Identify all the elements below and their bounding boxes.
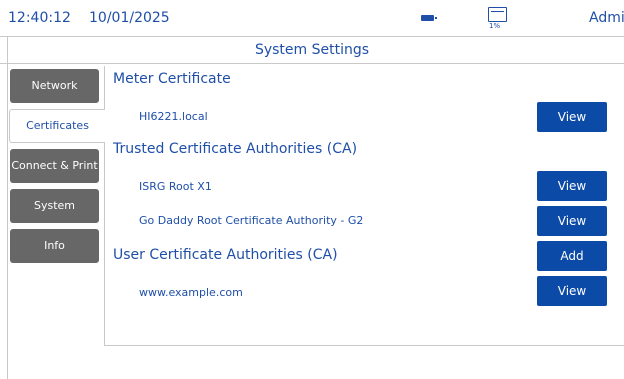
clock-time: 12:40:12	[8, 10, 71, 26]
user-ca-label: www.example.com	[139, 286, 243, 299]
view-meter-certificate-button[interactable]: View	[537, 102, 607, 132]
view-user-ca-button[interactable]: View	[537, 276, 607, 306]
storage-percent: 1%	[489, 22, 501, 30]
storage-folder-icon	[488, 7, 507, 22]
meter-certificate-label: HI6221.local	[139, 110, 208, 123]
trusted-ca-label-godaddy: Go Daddy Root Certificate Authority - G2	[139, 214, 364, 227]
page-title: System Settings	[254, 42, 370, 58]
trusted-ca-heading: Trusted Certificate Authorities (CA)	[113, 141, 358, 157]
status-bar: 12:40:12 10/01/2025 1% Admin	[0, 0, 624, 37]
tab-certificates[interactable]: Certificates	[9, 109, 105, 143]
left-border	[7, 36, 8, 379]
settings-screen: 12:40:12 10/01/2025 1% Admin System Sett…	[0, 0, 624, 379]
trusted-ca-label-isrg: ISRG Root X1	[139, 180, 212, 193]
view-isrg-root-button[interactable]: View	[537, 171, 607, 201]
clock-date: 10/01/2025	[89, 10, 170, 26]
user-name[interactable]: Admin	[589, 10, 624, 26]
meter-certificate-heading: Meter Certificate	[113, 71, 231, 87]
page-title-bar: System Settings	[0, 37, 624, 64]
certificates-panel: Meter Certificate HI6221.local View Trus…	[104, 66, 624, 346]
storage-indicator: 1%	[488, 6, 507, 30]
add-user-ca-button[interactable]: Add	[537, 241, 607, 271]
tab-info[interactable]: Info	[10, 229, 99, 263]
tab-network[interactable]: Network	[10, 69, 99, 103]
tab-system[interactable]: System	[10, 189, 99, 223]
tab-connect-print[interactable]: Connect & Print	[10, 149, 99, 183]
battery-icon	[421, 15, 437, 21]
user-ca-heading: User Certificate Authorities (CA)	[113, 247, 338, 263]
view-godaddy-root-button[interactable]: View	[537, 206, 607, 236]
